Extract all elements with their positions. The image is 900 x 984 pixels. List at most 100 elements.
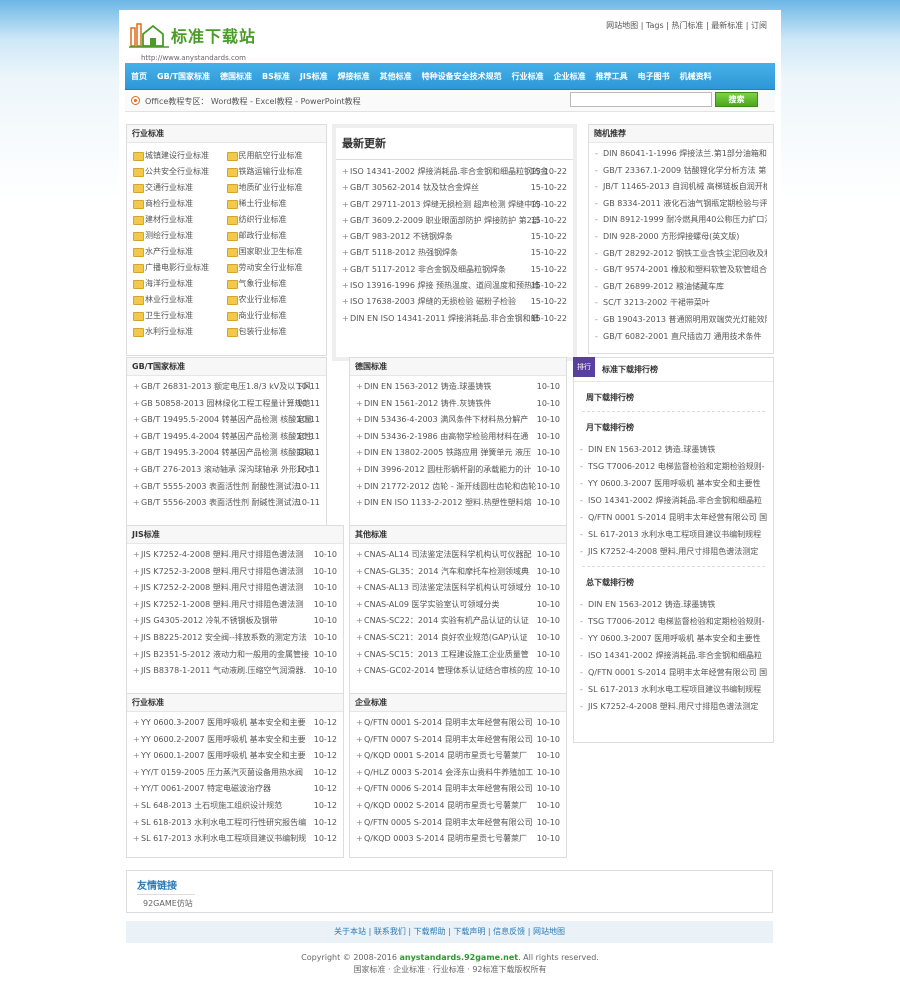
list-item[interactable]: GB/T 28292-2012 钢铁工业含铁尘泥回收及利 (595, 246, 767, 263)
item-title[interactable]: JIS K7252-3-2008 塑料.用尺寸排阻色谱法测 (141, 567, 303, 576)
item-title[interactable]: JIS B8225-2012 安全阀--排放系数的测定方法 (141, 633, 307, 642)
item-title[interactable]: CNAS-GL35：2014 汽车和摩托车检测领域典 (364, 567, 529, 576)
nav-item[interactable]: 机械资料 (680, 71, 712, 82)
list-item[interactable]: JIS K7252-4-2008 塑料.用尺寸排阻色谱法测 10-10 (133, 547, 337, 564)
list-item[interactable]: GB/T 9574-2001 橡胶和塑料软管及软管组合 (595, 262, 767, 279)
item-title[interactable]: GB/T 26831-2013 额定电压1.8/3 kV及以下风 (141, 382, 311, 391)
industry-folder-item[interactable]: 商业行业标准 (226, 308, 321, 324)
list-item[interactable]: JB/T 11465-2013 自润机械 高梯链板自润开槽 (595, 179, 767, 196)
list-item[interactable]: GB/T 29711-2013 焊缝无损检测 超声检测 焊缝中的15-10-22 (342, 197, 567, 213)
list-item[interactable]: DIN 21772-2012 齿轮 - 渐开线圆柱齿轮和齿轮10-10 (356, 479, 560, 496)
list-item[interactable]: YY/T 0061-2007 特定电磁波治疗器 10-12 (133, 781, 337, 798)
list-item[interactable]: JIS K7252-3-2008 塑料.用尺寸排阻色谱法测 10-10 (133, 564, 337, 581)
list-item[interactable]: DIN EN ISO 1133-2-2012 塑料.热塑性塑料熔 10-10 (356, 495, 560, 512)
industry-folder-item[interactable]: 民用航空行业标准 (226, 148, 321, 164)
list-item[interactable]: CNAS-SC15：2013 工程建设施工企业质量管 10-10 (356, 647, 560, 664)
nav-item[interactable]: BS标准 (262, 71, 290, 82)
item-title[interactable]: Q/FTN 0005 S-2014 昆明丰太年经营有限公司 (364, 818, 533, 827)
item-title[interactable]: ISO 13916-1996 焊接 预热温度、道间温度和预热维 (350, 281, 540, 290)
item-title[interactable]: GB/T 5555-2003 表面活性剂 耐酸性测试法 (141, 482, 300, 491)
list-item[interactable]: YY 0600.3-2007 医用呼吸机 基本安全和主要性 (580, 475, 767, 492)
list-item[interactable]: GB 19043-2013 普通照明用双端荧光灯能效限 (595, 312, 767, 329)
item-title[interactable]: SL 648-2013 土石坝施工组织设计规范 (141, 801, 282, 810)
list-item[interactable]: YY 0600.2-2007 医用呼吸机 基本安全和主要 10-12 (133, 732, 337, 749)
list-item[interactable]: SL 617-2013 水利水电工程项目建议书编制规 10-12 (133, 831, 337, 848)
list-item[interactable]: GB/T 19495.4-2004 转基因产品检测 核酸定性10-11 (133, 429, 320, 446)
list-item[interactable]: SL 648-2013 土石坝施工组织设计规范 10-12 (133, 798, 337, 815)
item-title[interactable]: JIS B2351-5-2012 液动力和一般用的金属管接 (141, 650, 309, 659)
list-item[interactable]: SL 618-2013 水利水电工程可行性研究报告编 10-12 (133, 815, 337, 832)
list-item[interactable]: ISO 17638-2003 焊缝的无损检验 磁粉子检验 15-10-22 (342, 294, 567, 310)
list-item[interactable]: CNAS-SC22：2014 实验有机产品认证的认证 10-10 (356, 613, 560, 630)
nav-item[interactable]: 特种设备安全技术规范 (422, 71, 502, 82)
list-item[interactable]: Q/FTN 0007 S-2014 昆明丰太年经营有限公司10-10 (356, 732, 560, 749)
industry-folder-item[interactable]: 劳动安全行业标准 (226, 260, 321, 276)
list-item[interactable]: CNAS-GL35：2014 汽车和摩托车检测领域典 10-10 (356, 564, 560, 581)
item-title[interactable]: CNAS-AL14 司法鉴定法医科学机构认可仪器配 (364, 550, 531, 559)
item-title[interactable]: JIS K7252-1-2008 塑料.用尺寸排阻色谱法测 (141, 600, 303, 609)
item-title[interactable]: DIN EN ISO 1133-2-2012 塑料.热塑性塑料熔 (364, 498, 532, 507)
item-title[interactable]: GB/T 276-2013 滚动轴承 深沟球轴承 外形尺寸 (141, 465, 313, 474)
item-title[interactable]: DIN EN ISO 14341-2011 焊接消耗品.非合金钢和细 (350, 314, 539, 323)
list-item[interactable]: SC/T 3213-2002 干裙带菜叶 (595, 295, 767, 312)
list-item[interactable]: CNAS-GC02-2014 管理体系认证结合审核的应10-10 (356, 663, 560, 680)
list-item[interactable]: GB/T 5118-2012 热强钢焊条 15-10-22 (342, 245, 567, 261)
list-item[interactable]: Q/FTN 0006 S-2014 昆明丰太年经营有限公司10-10 (356, 781, 560, 798)
list-item[interactable]: Q/KQD 0001 S-2014 昆明市星贡七号薯萊厂 10-10 (356, 748, 560, 765)
list-item[interactable]: GB/T 276-2013 滚动轴承 深沟球轴承 外形尺寸10-11 (133, 462, 320, 479)
industry-folder-item[interactable]: 地质矿业行业标准 (226, 180, 321, 196)
industry-folder-item[interactable]: 水利行业标准 (133, 324, 227, 340)
list-item[interactable]: ISO 14341-2002 焊接消耗品.非合金钢和细晶粒 (580, 492, 767, 509)
item-title[interactable]: YY 0600.1-2007 医用呼吸机 基本安全和主要 (141, 751, 306, 760)
item-title[interactable]: YY/T 0061-2007 特定电磁波治疗器 (141, 784, 271, 793)
list-item[interactable]: Q/FTN 0001 S-2014 昆明丰太年经营有限公司 国 (580, 664, 767, 681)
list-item[interactable]: DIN 53436-2-1986 由高物学检验用材料在通 10-10 (356, 429, 560, 446)
list-item[interactable]: ISO 14341-2002 焊接消耗品.非合金钢和细晶粒 (580, 647, 767, 664)
list-item[interactable]: ISO 14341-2002 焊接消耗品.非合金钢和细晶粒钢的金15-10-22 (342, 164, 567, 180)
list-item[interactable]: Q/KQD 0002 S-2014 昆明市星贡七号薯萊厂 10-10 (356, 798, 560, 815)
industry-folder-item[interactable]: 包装行业标准 (226, 324, 321, 340)
item-title[interactable]: CNAS-AL09 医学实验室认可领域分类 (364, 600, 499, 609)
footer-nav[interactable]: 关于本站 | 联系我们 | 下载帮助 | 下载声明 | 信息反馈 | 网站地图 (126, 921, 773, 943)
list-item[interactable]: GB 50858-2013 园林绿化工程工程量计算规范10-11 (133, 396, 320, 413)
list-item[interactable]: DIN EN ISO 14341-2011 焊接消耗品.非合金钢和细15-10-… (342, 311, 567, 327)
list-item[interactable]: DIN EN 1563-2012 铸造.球墨铸铁 10-10 (356, 379, 560, 396)
list-item[interactable]: TSG T7006-2012 电梯监督检验和定期检验规则- (580, 613, 767, 630)
list-item[interactable]: SL 617-2013 水利水电工程项目建议书编制规程 (580, 526, 767, 543)
list-item[interactable]: JIS K7252-4-2008 塑料.用尺寸排阻色谱法测定 (580, 543, 767, 560)
nav-item[interactable]: JIS标准 (300, 71, 328, 82)
item-title[interactable]: DIN EN 1561-2012 铸件.灰铸铁件 (364, 399, 491, 408)
industry-folder-item[interactable]: 卫生行业标准 (133, 308, 227, 324)
list-item[interactable]: DIN EN 1561-2012 铸件.灰铸铁件 10-10 (356, 396, 560, 413)
nav-item[interactable]: 行业标准 (512, 71, 544, 82)
item-title[interactable]: Q/FTN 0007 S-2014 昆明丰太年经营有限公司 (364, 735, 533, 744)
list-item[interactable]: CNAS-AL14 司法鉴定法医科学机构认可仪器配 10-10 (356, 547, 560, 564)
item-title[interactable]: DIN 53436-2-1986 由高物学检验用材料在通 (364, 432, 528, 441)
item-title[interactable]: JIS B8378-1-2011 气动液刷.压缩空气润滑器. (141, 666, 306, 675)
industry-folder-item[interactable]: 林业行业标准 (133, 292, 227, 308)
industry-folder-item[interactable]: 稀土行业标准 (226, 196, 321, 212)
item-title[interactable]: Q/HLZ 0003 S-2014 会泽东山贵料牛养殖加工 (364, 768, 533, 777)
item-title[interactable]: Q/FTN 0006 S-2014 昆明丰太年经营有限公司 (364, 784, 533, 793)
list-item[interactable]: GB/T 19495.5-2004 转基因产品检测 核酸定量10-11 (133, 412, 320, 429)
item-title[interactable]: DIN 3996-2012 圆柱形蜗杆副的承载能力的计 (364, 465, 531, 474)
list-item[interactable]: GB/T 6082-2001 直尺插齿刀 通用技术条件 (595, 329, 767, 346)
nav-item[interactable]: 企业标准 (554, 71, 586, 82)
item-title[interactable]: CNAS-GC02-2014 管理体系认证结合审核的应 (364, 666, 533, 675)
industry-folder-item[interactable]: 公共安全行业标准 (133, 164, 227, 180)
item-title[interactable]: YY/T 0159-2005 压力蒸汽灭菌设备用热水阀 (141, 768, 303, 777)
list-item[interactable]: JIS K7252-1-2008 塑料.用尺寸排阻色谱法测 10-10 (133, 597, 337, 614)
list-item[interactable]: Q/FTN 0005 S-2014 昆明丰太年经营有限公司10-10 (356, 815, 560, 832)
list-item[interactable]: Q/HLZ 0003 S-2014 会泽东山贵料牛养殖加工10-10 (356, 765, 560, 782)
item-title[interactable]: DIN 53436-4-2003 满风条件下材料热分解产 (364, 415, 528, 424)
item-title[interactable]: GB 50858-2013 园林绿化工程工程量计算规范 (141, 399, 310, 408)
nav-item[interactable]: 其他标准 (380, 71, 412, 82)
item-title[interactable]: GB/T 5556-2003 表面活性剂 耐碱性测试法 (141, 498, 300, 507)
item-title[interactable]: Q/KQD 0002 S-2014 昆明市星贡七号薯萊厂 (364, 801, 527, 810)
item-title[interactable]: CNAS-SC15：2013 工程建设施工企业质量管 (364, 650, 529, 659)
list-item[interactable]: GB 8334-2011 液化石油气钢瓶定期检验与评 (595, 196, 767, 213)
list-item[interactable]: GB/T 19495.3-2004 转基因产品检测 核酸提取10-11 (133, 445, 320, 462)
item-title[interactable]: JIS G4305-2012 冷轧不锈钢板及钢带 (141, 616, 278, 625)
list-item[interactable]: GB/T 26899-2012 粮油储藏车库 (595, 279, 767, 296)
list-item[interactable]: GB/T 23367.1-2009 钴酸锂化学分析方法 第1 (595, 163, 767, 180)
